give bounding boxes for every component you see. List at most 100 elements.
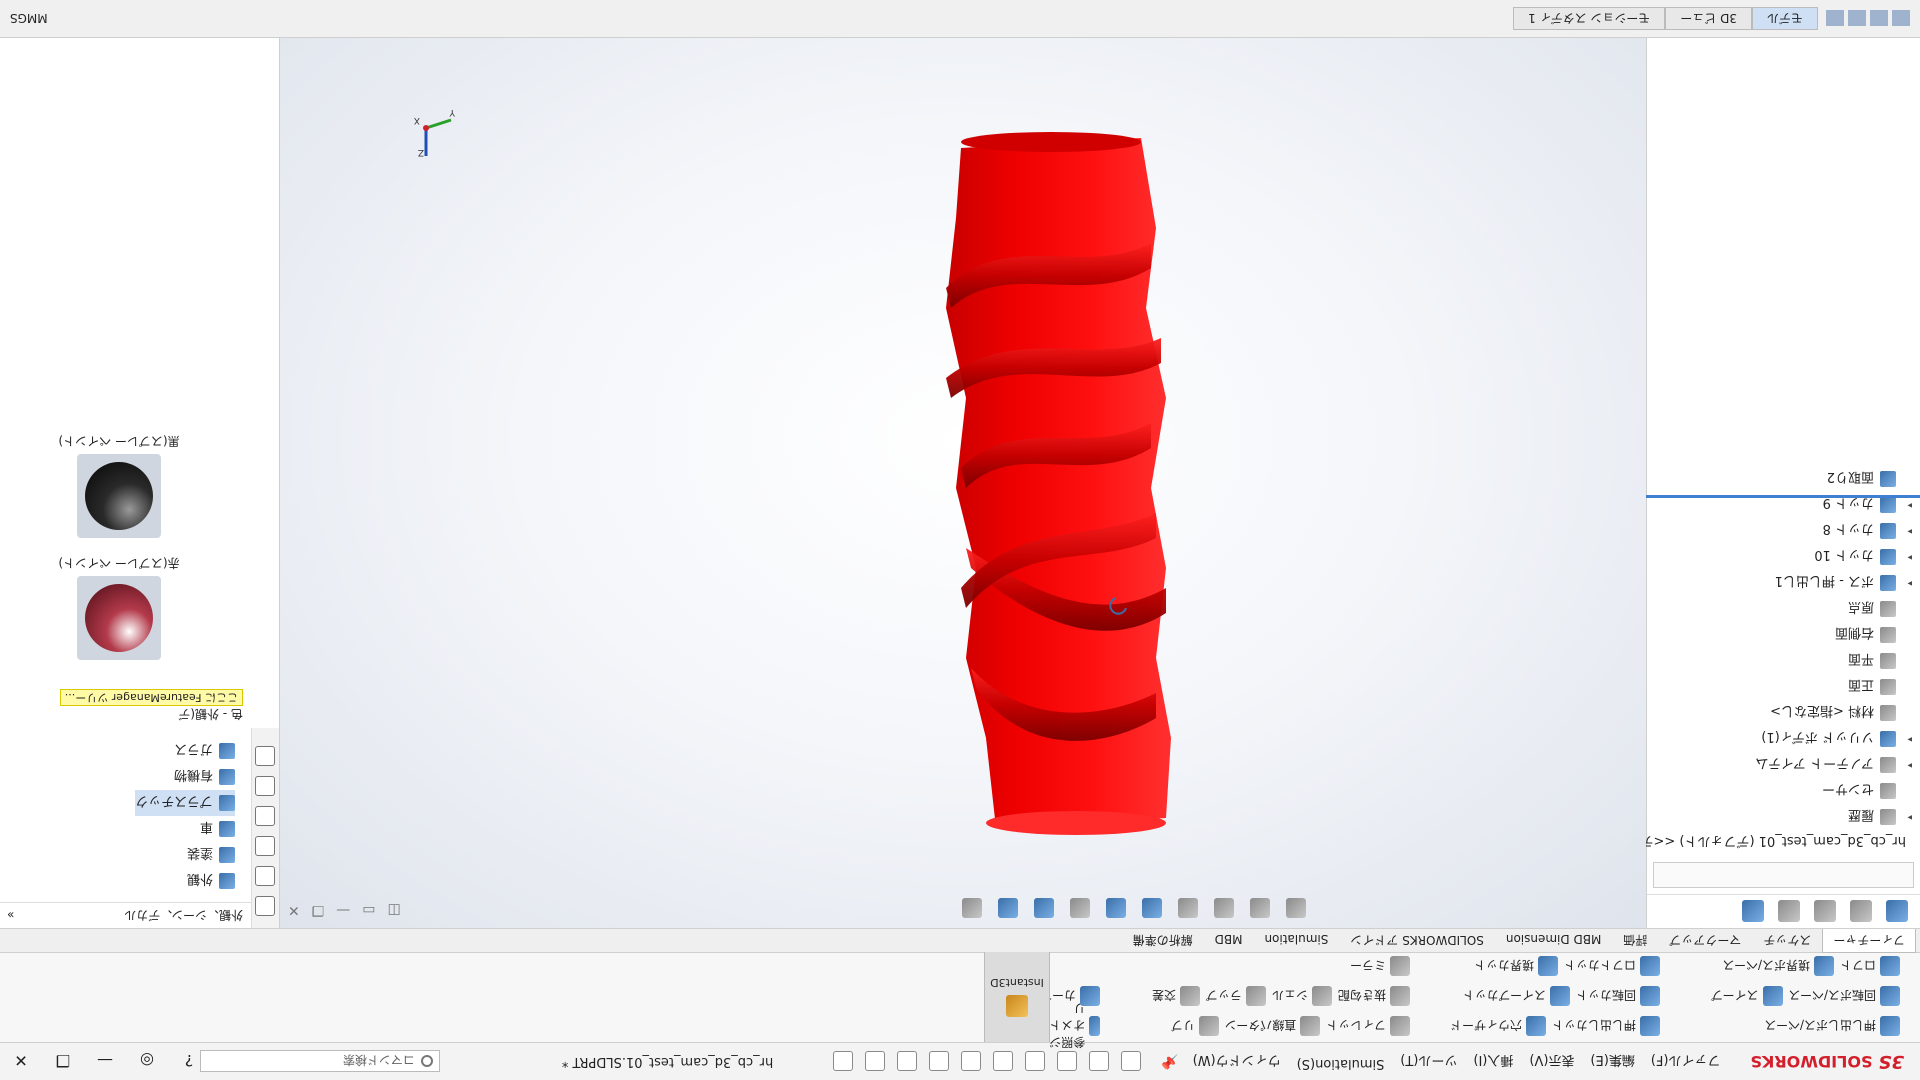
menu-file[interactable]: ファイル(F) xyxy=(1651,1052,1721,1071)
view-palette-icon[interactable] xyxy=(255,806,276,826)
hole-wizard-button[interactable]: 穴ウィザード xyxy=(1450,1014,1546,1038)
fillet-button[interactable]: フィレット xyxy=(1326,1014,1410,1038)
draft-button[interactable]: 抜き勾配 xyxy=(1338,984,1410,1008)
appearance-swatch-red[interactable]: 赤(スプレー ペイント) xyxy=(19,555,219,660)
tab-motion-study[interactable]: モーション スタディ 1 xyxy=(1513,7,1666,30)
tab-mbd[interactable]: MBD xyxy=(1204,929,1254,950)
tree-item[interactable]: 原点 xyxy=(1647,596,1912,622)
tab-sketch[interactable]: スケッチ xyxy=(1752,929,1822,953)
close-view-icon[interactable]: ✕ xyxy=(288,902,300,918)
section-view-icon[interactable] xyxy=(1178,898,1198,918)
view-settings-icon[interactable] xyxy=(962,898,982,918)
previous-view-icon[interactable] xyxy=(1214,898,1234,918)
extruded-boss-button[interactable]: 押し出しボス/ベース xyxy=(1765,1014,1900,1038)
options-gear-icon[interactable] xyxy=(833,1051,854,1072)
sweep-button[interactable]: スイープ xyxy=(1711,984,1783,1008)
tab-mbd-dimension[interactable]: MBD Dimension xyxy=(1495,929,1612,950)
save-icon[interactable] xyxy=(1057,1051,1078,1072)
menu-simulation[interactable]: Simulation(S) xyxy=(1297,1052,1385,1071)
dimxpert-icon[interactable] xyxy=(1778,900,1800,923)
wrap-button[interactable]: ラップ xyxy=(1206,984,1266,1008)
linear-pattern-button[interactable]: 直線パターン xyxy=(1225,1014,1321,1038)
tree-item[interactable]: 材料 <指定なし> xyxy=(1647,700,1912,726)
shell-button[interactable]: シェル xyxy=(1272,984,1332,1008)
zoom-to-area-icon[interactable] xyxy=(1250,898,1270,918)
tree-item[interactable]: ▸ カット 8 xyxy=(1647,518,1912,544)
file-explorer-icon[interactable] xyxy=(255,836,276,856)
view-orientation-icon[interactable] xyxy=(1142,898,1162,918)
resources-icon[interactable] xyxy=(255,896,276,916)
file-properties-icon[interactable] xyxy=(865,1051,886,1072)
tree-item[interactable]: ▸ ソリッド ボディ(1) xyxy=(1647,726,1912,752)
folder-glass[interactable]: ガラス xyxy=(135,738,235,764)
next-tab-arrow[interactable] xyxy=(1848,10,1866,27)
folder-plastic[interactable]: プラスチック xyxy=(135,790,235,816)
minimize-view-icon[interactable]: — xyxy=(336,902,350,918)
tile-view-icon[interactable]: ▭ xyxy=(362,902,375,918)
tab-3d-views[interactable]: 3D ビュー xyxy=(1665,7,1752,30)
boundary-boss-button[interactable]: 境界ボス/ベース xyxy=(1723,954,1834,978)
tree-item[interactable]: ▸ ボス - 押し出し1 xyxy=(1647,570,1912,596)
pin-icon[interactable]: 📌 xyxy=(1161,1054,1178,1070)
menu-edit[interactable]: 編集(E) xyxy=(1590,1052,1634,1071)
menu-insert[interactable]: 挿入(I) xyxy=(1473,1052,1513,1071)
select-icon[interactable] xyxy=(929,1051,950,1072)
maximize-view-icon[interactable]: ◫ xyxy=(388,902,401,918)
rib-button[interactable]: リブ xyxy=(1171,1014,1219,1038)
tab-evaluate[interactable]: 評価 xyxy=(1612,929,1658,953)
tree-item[interactable]: 正面 xyxy=(1647,674,1912,700)
tree-item[interactable]: ▸ アノテート アイテム xyxy=(1647,752,1912,778)
rebuild-icon[interactable] xyxy=(897,1051,918,1072)
folder-appearances[interactable]: 外観 xyxy=(135,868,235,894)
tree-part[interactable]: hr_cb_3d_cam_test_01 (デフォルト) <<デフォルト>_表示… xyxy=(1496,830,1912,856)
tab-simulation[interactable]: Simulation xyxy=(1253,929,1339,950)
minimize-button[interactable]: — xyxy=(84,1042,126,1080)
tab-markup[interactable]: マークアップ xyxy=(1658,929,1752,953)
feature-manager-icon[interactable] xyxy=(1886,900,1908,923)
revolved-cut-button[interactable]: 回転カット xyxy=(1576,984,1660,1008)
redo-icon[interactable] xyxy=(961,1051,982,1072)
hide-show-items-icon[interactable] xyxy=(1070,898,1090,918)
command-search[interactable]: コマンド検索 xyxy=(200,1050,440,1072)
folder-car[interactable]: 車 xyxy=(135,816,235,842)
lofted-cut-button[interactable]: ロフトカット xyxy=(1564,954,1660,978)
tree-item[interactable]: ▸ カット 10 xyxy=(1647,544,1912,570)
apply-scene-icon[interactable] xyxy=(998,898,1018,918)
last-tab-arrow[interactable] xyxy=(1826,10,1844,27)
revolved-boss-button[interactable]: 回転ボス/ベース xyxy=(1789,984,1900,1008)
folder-paint[interactable]: 塗装 xyxy=(135,842,235,868)
tree-item[interactable]: ▸ 履歴 xyxy=(1647,804,1912,830)
help-icon[interactable]: ? xyxy=(168,1042,210,1080)
tab-model[interactable]: モデル xyxy=(1751,7,1818,30)
open-icon[interactable] xyxy=(1089,1051,1110,1072)
undo-icon[interactable] xyxy=(993,1051,1014,1072)
boundary-cut-button[interactable]: 境界カット xyxy=(1474,954,1558,978)
instant3d-button[interactable]: Instant3D xyxy=(984,952,1050,1042)
tab-addins[interactable]: SOLIDWORKS アドイン xyxy=(1339,929,1494,953)
user-icon[interactable]: ◎ xyxy=(126,1042,168,1080)
prev-tab-arrow[interactable] xyxy=(1870,10,1888,27)
solidworks-logo[interactable]: 3S SOLIDWORKS xyxy=(1750,1051,1904,1072)
display-manager-icon[interactable] xyxy=(1742,900,1764,923)
mirror-button[interactable]: ミラー xyxy=(1350,954,1410,978)
restore-button[interactable]: ❐ xyxy=(42,1042,84,1080)
search-input[interactable]: コマンド検索 xyxy=(343,1053,415,1070)
swept-cut-button[interactable]: スイープカット xyxy=(1463,984,1570,1008)
cam-model[interactable] xyxy=(706,108,1266,868)
custom-properties-icon[interactable] xyxy=(255,746,276,766)
restore-view-icon[interactable]: ❐ xyxy=(312,902,325,918)
intersect-button[interactable]: 交差 xyxy=(1152,984,1200,1008)
loft-button[interactable]: ロフト xyxy=(1840,954,1900,978)
tree-item[interactable]: 平面 xyxy=(1647,648,1912,674)
close-button[interactable]: ✕ xyxy=(0,1042,42,1080)
tab-features[interactable]: フィーチャー xyxy=(1822,929,1916,953)
zoom-to-fit-icon[interactable] xyxy=(1286,898,1306,918)
menu-view[interactable]: 表示(V) xyxy=(1529,1052,1574,1071)
display-style-icon[interactable] xyxy=(1106,898,1126,918)
extruded-cut-button[interactable]: 押し出しカット xyxy=(1552,1014,1660,1038)
print-icon[interactable] xyxy=(1025,1051,1046,1072)
first-tab-arrow[interactable] xyxy=(1892,10,1910,27)
graphics-area[interactable]: ◫ ▭ — ❐ ✕ Z Y X xyxy=(280,38,1646,928)
new-document-icon[interactable] xyxy=(1121,1051,1142,1072)
tree-item[interactable]: 右側面 xyxy=(1647,622,1912,648)
